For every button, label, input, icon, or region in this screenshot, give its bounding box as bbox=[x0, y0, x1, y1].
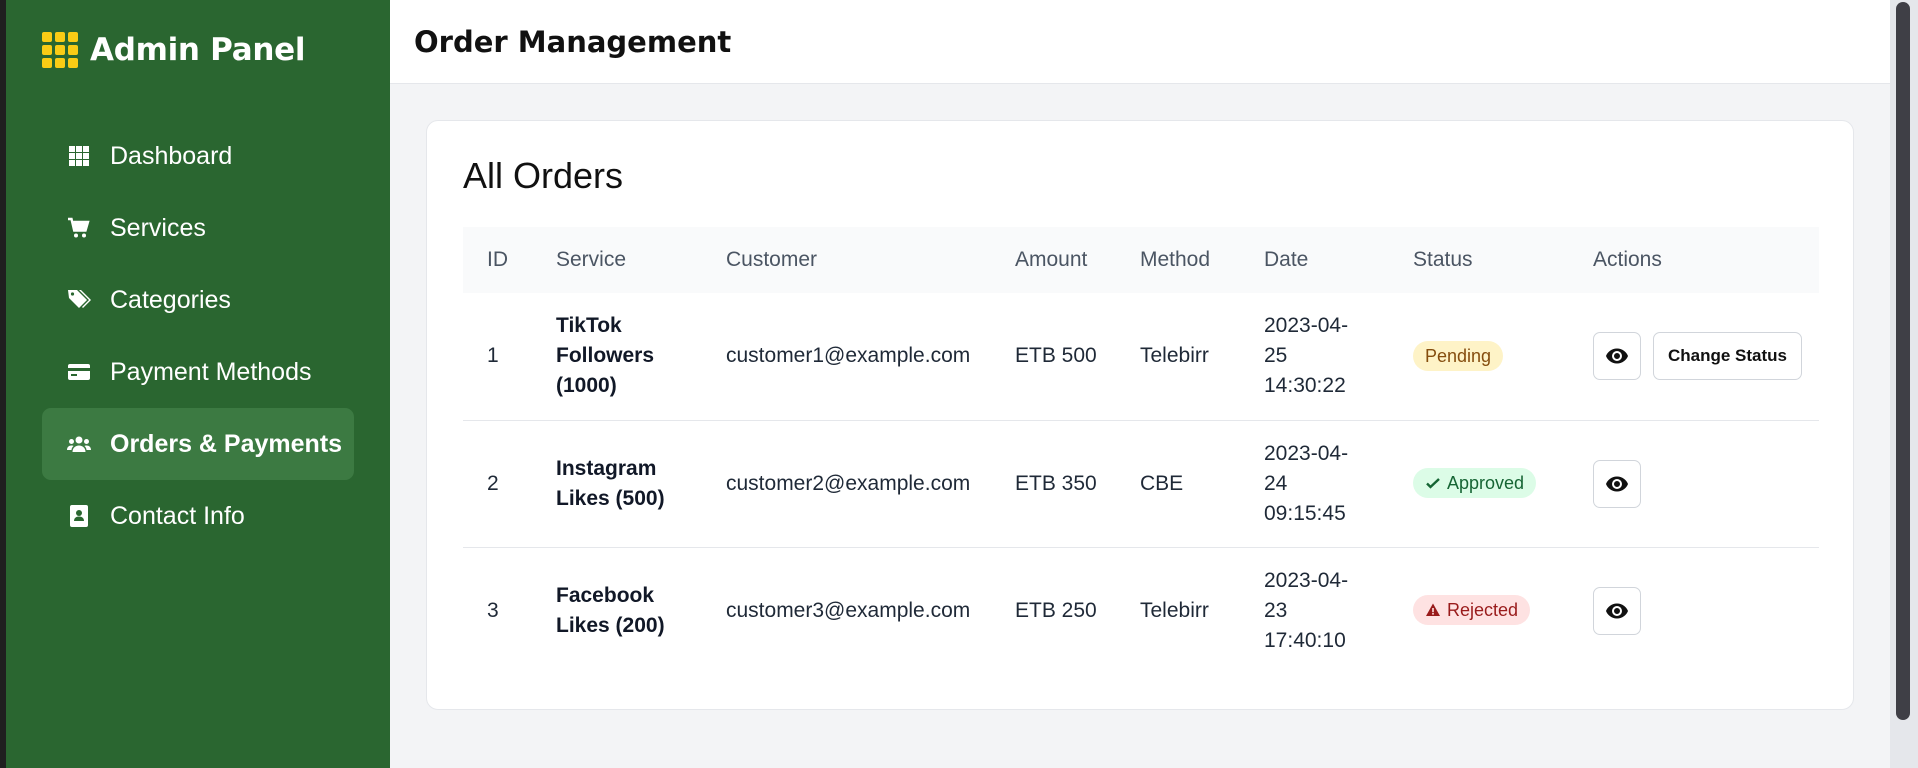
sidebar-item-contact-info[interactable]: Contact Info bbox=[42, 480, 354, 552]
column-header-service: Service bbox=[556, 248, 627, 271]
order-amount: ETB 500 bbox=[1015, 344, 1097, 368]
order-service: Instagram Likes (500) bbox=[556, 456, 665, 510]
status-badge: Rejected bbox=[1413, 594, 1531, 625]
status-badge: Pending bbox=[1413, 341, 1504, 372]
dashboard-grid-icon bbox=[66, 143, 92, 169]
table-header-row: ID Service Customer Amount Method Date S… bbox=[463, 227, 1819, 293]
sidebar-item-orders-payments[interactable]: Orders & Payments bbox=[42, 408, 354, 480]
order-actions bbox=[1569, 547, 1819, 674]
order-amount: ETB 350 bbox=[1015, 471, 1097, 495]
sidebar-item-label: Services bbox=[110, 213, 206, 242]
users-icon bbox=[66, 431, 92, 457]
order-method: Telebirr bbox=[1140, 598, 1209, 622]
eye-icon bbox=[1606, 348, 1628, 364]
column-header-customer: Customer bbox=[726, 248, 818, 271]
tags-icon bbox=[66, 287, 92, 313]
grid-icon bbox=[42, 32, 78, 68]
sidebar-item-categories[interactable]: Categories bbox=[42, 264, 354, 336]
order-status-cell: Pending bbox=[1389, 293, 1569, 420]
status-badge: Approved bbox=[1413, 467, 1537, 498]
page-title: Order Management bbox=[414, 24, 732, 59]
sidebar-item-label: Dashboard bbox=[110, 141, 233, 170]
credit-card-icon bbox=[66, 359, 92, 385]
sidebar-nav: Dashboard Services Categories Payment Me… bbox=[42, 120, 354, 552]
order-customer: customer2@example.com bbox=[726, 471, 971, 495]
cart-icon bbox=[66, 215, 92, 241]
sidebar: Admin Panel Dashboard Services Categorie… bbox=[6, 0, 390, 768]
sidebar-item-services[interactable]: Services bbox=[42, 192, 354, 264]
column-header-id: ID bbox=[487, 248, 508, 271]
column-header-method: Method bbox=[1140, 248, 1211, 271]
order-date: 2023-04- 23 17:40:10 bbox=[1264, 568, 1349, 652]
order-status-cell: Rejected bbox=[1389, 547, 1569, 674]
order-method: CBE bbox=[1140, 471, 1184, 495]
view-order-button[interactable] bbox=[1593, 332, 1641, 381]
sidebar-item-dashboard[interactable]: Dashboard bbox=[42, 120, 354, 192]
column-header-date: Date bbox=[1264, 248, 1309, 271]
column-header-amount: Amount bbox=[1015, 248, 1088, 271]
table-row: 2 Instagram Likes (500) customer2@exampl… bbox=[463, 420, 1819, 547]
sidebar-item-label: Payment Methods bbox=[110, 357, 312, 386]
view-order-button[interactable] bbox=[1593, 586, 1641, 635]
table-row: 1 TikTok Followers (1000) customer1@exam… bbox=[463, 293, 1819, 420]
sidebar-item-payment-methods[interactable]: Payment Methods bbox=[42, 336, 354, 408]
brand-title: Admin Panel bbox=[90, 32, 306, 68]
eye-icon bbox=[1606, 603, 1628, 619]
orders-table: ID Service Customer Amount Method Date S… bbox=[463, 227, 1819, 674]
order-status-cell: Approved bbox=[1389, 420, 1569, 547]
sidebar-item-label: Orders & Payments bbox=[110, 429, 343, 458]
orders-card-title: All Orders bbox=[463, 155, 624, 196]
orders-card: All Orders ID Service Customer Amount Me… bbox=[426, 120, 1854, 710]
sidebar-item-label: Categories bbox=[110, 285, 231, 314]
order-method: Telebirr bbox=[1140, 344, 1209, 368]
address-book-icon bbox=[66, 503, 92, 529]
brand[interactable]: Admin Panel bbox=[42, 30, 306, 70]
order-amount: ETB 250 bbox=[1015, 598, 1097, 622]
order-service: TikTok Followers (1000) bbox=[556, 314, 655, 398]
column-header-actions: Actions bbox=[1593, 248, 1662, 271]
order-date: 2023-04- 25 14:30:22 bbox=[1264, 314, 1349, 398]
column-header-status: Status bbox=[1413, 248, 1473, 271]
order-customer: customer3@example.com bbox=[726, 598, 971, 622]
order-actions: Change Status bbox=[1569, 293, 1819, 420]
order-id: 2 bbox=[487, 471, 499, 495]
order-customer: customer1@example.com bbox=[726, 344, 971, 368]
topbar: Order Management bbox=[390, 0, 1890, 84]
sidebar-item-label: Contact Info bbox=[110, 501, 245, 530]
order-actions bbox=[1569, 420, 1819, 547]
scrollbar-thumb[interactable] bbox=[1896, 2, 1910, 720]
order-id: 1 bbox=[487, 344, 499, 368]
eye-icon bbox=[1606, 476, 1628, 491]
table-row: 3 Facebook Likes (200) customer3@example… bbox=[463, 547, 1819, 674]
order-service: Facebook Likes (200) bbox=[556, 583, 665, 637]
order-date: 2023-04- 24 09:15:45 bbox=[1264, 441, 1349, 525]
change-status-button[interactable]: Change Status bbox=[1653, 332, 1803, 381]
view-order-button[interactable] bbox=[1593, 459, 1641, 508]
order-id: 3 bbox=[487, 598, 499, 622]
warning-icon bbox=[1426, 603, 1440, 616]
check-icon bbox=[1426, 477, 1440, 489]
